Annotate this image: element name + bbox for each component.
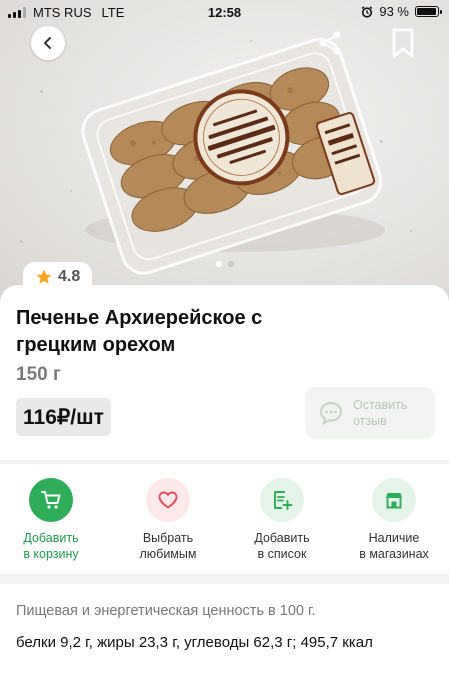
rating-value: 4.8 — [58, 268, 81, 285]
favorite-label: Выбрать любимым — [139, 531, 197, 561]
product-image-gallery[interactable] — [0, 0, 449, 300]
add-to-list-circle — [260, 478, 304, 522]
comment-icon — [319, 401, 343, 425]
alarm-icon — [361, 5, 373, 18]
favorite-button[interactable]: Выбрать любимым — [112, 478, 224, 562]
product-price: 116₽/шт — [16, 398, 111, 436]
leave-review-label: Оставить отзыв — [353, 398, 408, 428]
status-bar: MTS RUS LTE 12:58 93 % — [0, 0, 449, 24]
nutrition-heading: Пищевая и энергетическая ценность в 100 … — [16, 603, 316, 619]
product-actions: Добавить в корзину Выбрать любимым Добавит… — [0, 464, 449, 574]
product-weight: 150 г — [16, 364, 61, 385]
add-to-cart-circle — [29, 478, 73, 522]
nutrition-section: Пищевая и энергетическая ценность в 100 … — [0, 584, 449, 680]
back-button[interactable] — [31, 26, 65, 60]
add-to-cart-label: Добавить в корзину — [23, 531, 79, 561]
product-title: Печенье Архиерейское с грецким орехом — [16, 307, 263, 356]
add-to-cart-button[interactable]: Добавить в корзину — [0, 478, 107, 562]
store-icon — [386, 493, 402, 509]
add-to-list-label: Добавить в список — [254, 531, 310, 561]
nutrition-values: белки 9,2 г, жиры 23,3 г, углеводы 62,3 … — [16, 634, 373, 651]
gallery-dot[interactable] — [227, 261, 234, 267]
leave-review-button[interactable]: Оставить отзыв — [305, 387, 435, 439]
share-icon — [319, 31, 341, 55]
battery-percent: 93 % — [379, 4, 409, 19]
gallery-dot-active[interactable] — [215, 261, 222, 267]
heart-icon — [158, 491, 178, 509]
store-availability-circle — [372, 478, 416, 522]
list-add-icon — [274, 491, 293, 510]
rating-badge[interactable]: 4.8 — [23, 262, 93, 292]
bookmark-icon — [392, 28, 414, 58]
chevron-left-icon — [44, 37, 51, 49]
favorite-circle — [146, 478, 190, 522]
share-button[interactable] — [315, 28, 345, 58]
store-availability-label: Наличие в магазинах — [359, 531, 429, 561]
add-to-list-button[interactable]: Добавить в список — [226, 478, 338, 562]
bookmark-button[interactable] — [388, 26, 418, 60]
cart-icon — [41, 491, 61, 509]
product-photo — [81, 37, 385, 275]
store-availability-button[interactable]: Наличие в магазинах — [338, 478, 449, 562]
battery-icon — [415, 6, 442, 17]
star-icon — [36, 269, 52, 284]
